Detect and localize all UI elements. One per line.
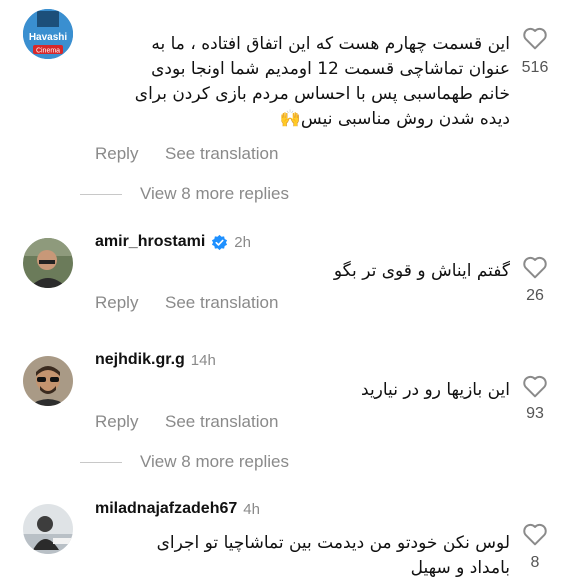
username-link[interactable]: amir_hrostami — [95, 233, 205, 251]
divider — [80, 193, 122, 195]
like-count: 26 — [526, 287, 544, 304]
comment-line: بامداد و سهیل — [410, 558, 510, 578]
avatar-image — [23, 504, 73, 554]
heart-icon[interactable] — [522, 255, 548, 279]
comment-time: 2h — [234, 233, 251, 251]
heart-icon[interactable] — [522, 26, 548, 50]
comment-time: 4h — [243, 500, 260, 518]
username-link[interactable]: miladnajafzadeh67 — [95, 500, 237, 518]
avatar[interactable] — [23, 504, 73, 554]
avatar-image — [23, 238, 73, 288]
avatar[interactable]: Havashi Cinema — [23, 9, 73, 59]
comment-header: miladnajafzadeh67 4h — [95, 500, 260, 518]
comment-header: amir_hrostami 2h — [95, 233, 251, 251]
divider — [80, 461, 122, 463]
see-translation-button[interactable]: See translation — [165, 412, 278, 432]
svg-text:Cinema: Cinema — [36, 48, 60, 55]
see-translation-button[interactable]: See translation — [165, 293, 278, 313]
verified-badge-icon — [212, 234, 228, 250]
comment-line: عنوان تماشاچی قسمت 12 اومدیم شما اونجا ب… — [151, 59, 510, 79]
avatar-image: Havashi Cinema — [23, 9, 73, 59]
comment-text: گفتم ایناش و قوی تر بگو — [333, 261, 510, 281]
avatar-image — [23, 356, 73, 406]
comment-time: 14h — [190, 351, 216, 369]
view-more-replies-label[interactable]: View 8 more replies — [140, 452, 289, 472]
heart-icon[interactable] — [522, 374, 548, 398]
view-more-replies-label[interactable]: View 8 more replies — [140, 184, 289, 204]
reply-button[interactable]: Reply — [95, 144, 138, 164]
like-count: 93 — [526, 405, 544, 422]
avatar[interactable] — [23, 356, 73, 406]
comment-header: nejhdik.gr.g 14h — [95, 351, 216, 369]
comment-text: این قسمت چهارم هست که این اتفاق افتاده ،… — [70, 32, 510, 132]
avatar[interactable] — [23, 238, 73, 288]
view-more-replies[interactable]: View 8 more replies — [80, 184, 289, 204]
see-translation-button[interactable]: See translation — [165, 144, 278, 164]
comment-text: لوس نکن خودتو من دیدمت بین تماشاچیا تو ا… — [70, 531, 510, 581]
heart-icon[interactable] — [522, 522, 548, 546]
reply-button[interactable]: Reply — [95, 412, 138, 432]
like-count: 516 — [521, 59, 549, 76]
comment-line: این قسمت چهارم هست که این اتفاق افتاده ،… — [151, 34, 510, 54]
comment-text: این بازیها رو در نیارید — [361, 380, 510, 400]
username-link[interactable]: nejhdik.gr.g — [95, 351, 185, 369]
reply-button[interactable]: Reply — [95, 293, 138, 313]
comment-line: لوس نکن خودتو من دیدمت بین تماشاچیا تو ا… — [156, 533, 510, 553]
like-count: 8 — [530, 554, 540, 571]
svg-text:Havashi: Havashi — [29, 32, 68, 43]
view-more-replies[interactable]: View 8 more replies — [80, 452, 289, 472]
comment-line: خانم طهماسبی پس با احساس مردم بازی کردن … — [134, 84, 510, 104]
comment-line: دیده شدن روش مناسبی نیس🙌 — [279, 109, 510, 129]
